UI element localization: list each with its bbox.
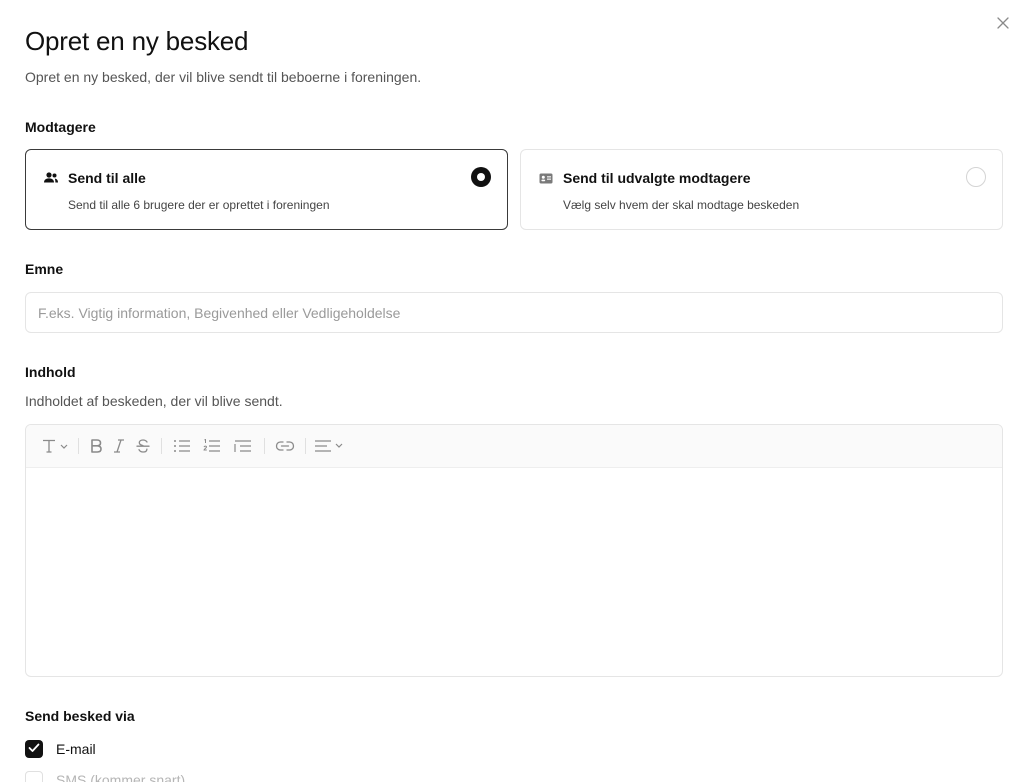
sms-checkbox	[25, 771, 43, 782]
send-via-label: Send besked via	[25, 708, 135, 724]
email-option[interactable]: E-mail	[25, 740, 96, 758]
align-left-icon	[314, 439, 348, 453]
recipient-option-description: Vælg selv hvem der skal modtage beskeden	[563, 198, 800, 212]
italic-button[interactable]	[107, 432, 131, 460]
text-type-icon	[41, 438, 69, 454]
bold-icon	[89, 438, 103, 454]
recipients-label: Modtagere	[25, 119, 96, 135]
dialog-subtitle: Opret en ny besked, der vil blive sendt …	[25, 69, 422, 85]
toolbar-divider	[264, 438, 265, 454]
numbered-list-icon	[203, 439, 221, 453]
align-dropdown[interactable]	[312, 432, 350, 460]
recipient-option-description: Send til alle 6 brugere der er oprettet …	[68, 198, 330, 212]
recipient-option-title: Send til udvalgte modtagere	[563, 170, 751, 186]
text-type-dropdown[interactable]	[38, 432, 72, 460]
strikethrough-button[interactable]	[131, 432, 155, 460]
editor-content[interactable]	[26, 468, 1002, 676]
email-checkbox[interactable]	[25, 740, 43, 758]
strikethrough-icon	[135, 438, 151, 454]
email-label: E-mail	[56, 741, 96, 757]
toolbar-divider	[161, 438, 162, 454]
checkmark-icon	[28, 740, 40, 758]
radio-selected[interactable]	[471, 167, 491, 187]
link-icon	[275, 440, 295, 452]
bullet-list-icon	[173, 439, 191, 453]
content-label: Indhold	[25, 364, 76, 380]
sms-label: SMS (kommer snart)	[56, 772, 186, 782]
link-button[interactable]	[271, 432, 299, 460]
close-button[interactable]	[992, 14, 1014, 36]
recipient-option-all[interactable]: Send til alle Send til alle 6 brugere de…	[25, 149, 508, 230]
toolbar-divider	[305, 438, 306, 454]
bold-button[interactable]	[85, 432, 107, 460]
rich-text-editor[interactable]	[25, 424, 1003, 677]
editor-toolbar	[26, 425, 1002, 468]
sms-option: SMS (kommer snart)	[25, 771, 185, 782]
content-description: Indholdet af beskeden, der vil blive sen…	[25, 393, 283, 409]
toolbar-divider	[78, 438, 79, 454]
radio-unselected[interactable]	[966, 167, 986, 187]
italic-icon	[112, 438, 126, 454]
close-icon	[997, 16, 1009, 34]
bullet-list-button[interactable]	[168, 432, 196, 460]
numbered-list-button[interactable]	[196, 432, 228, 460]
dialog-title: Opret en ny besked	[25, 26, 249, 56]
recipient-option-title: Send til alle	[68, 170, 146, 186]
contact-card-icon	[538, 170, 554, 186]
recipient-option-selected[interactable]: Send til udvalgte modtagere Vælg selv hv…	[520, 149, 1003, 230]
subject-input[interactable]	[25, 292, 1003, 333]
indent-icon	[234, 439, 252, 453]
users-icon	[43, 170, 59, 186]
indent-button[interactable]	[228, 432, 258, 460]
subject-label: Emne	[25, 261, 64, 277]
